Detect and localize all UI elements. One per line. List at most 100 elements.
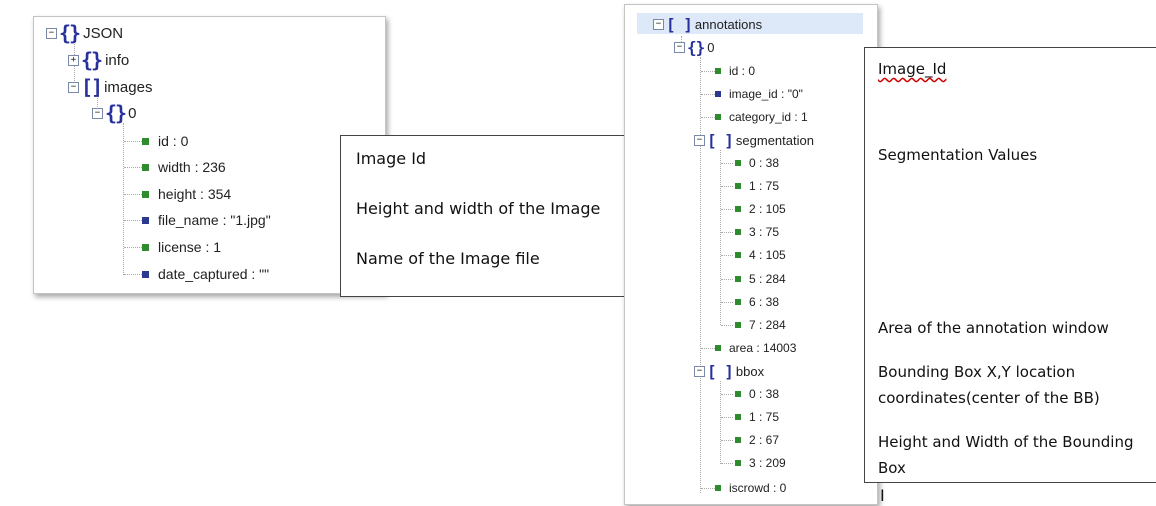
number-leaf-icon — [735, 460, 741, 467]
tree-node-segmentation[interactable]: − [ ] segmentation — [694, 130, 814, 150]
node-label: info — [105, 51, 130, 69]
tree-leaf-id[interactable]: id : 0 — [142, 131, 188, 151]
leaf-text: image_id : "0" — [729, 87, 803, 101]
number-leaf-icon — [735, 391, 741, 397]
note-height-width: Height and width of the Image — [356, 199, 601, 218]
tree-node-annotation-0[interactable]: − {} 0 — [674, 37, 715, 57]
tree-leaf-bbox-3[interactable]: 3 : 209 — [735, 453, 786, 473]
number-leaf-icon — [142, 190, 149, 198]
tree-node-json-root[interactable]: − {} JSON — [46, 21, 124, 45]
number-leaf-icon — [735, 414, 741, 421]
collapse-toggle[interactable]: − — [694, 134, 705, 146]
tree-leaf-segmentation-5[interactable]: 5 : 284 — [735, 269, 786, 289]
object-brace-icon: {} — [81, 48, 103, 72]
node-label: segmentation — [735, 132, 814, 148]
tree-leaf-segmentation-0[interactable]: 0 : 38 — [735, 153, 779, 173]
string-leaf-icon — [715, 91, 721, 97]
number-leaf-icon — [735, 275, 741, 282]
leaf-text: iscrowd : 0 — [729, 481, 787, 495]
string-leaf-icon — [142, 216, 149, 224]
leaf-text: 7 : 284 — [749, 317, 786, 332]
number-leaf-icon — [715, 68, 721, 74]
tree-leaf-segmentation-6[interactable]: 6 : 38 — [735, 292, 779, 312]
leaf-text: 1 : 75 — [749, 179, 780, 194]
number-leaf-icon — [142, 163, 149, 171]
leaf-text: 3 : 75 — [749, 225, 780, 240]
tree-leaf-file-name[interactable]: file_name : "1.jpg" — [142, 210, 271, 230]
collapse-toggle[interactable]: − — [46, 27, 57, 39]
text-cursor: I — [880, 486, 885, 505]
left-json-tree-panel: − {} JSON + {} info − [] images − {} 0 i… — [33, 16, 386, 294]
leaf-text: license : 1 — [158, 239, 222, 255]
tree-leaf-bbox-0[interactable]: 0 : 38 — [735, 384, 779, 404]
tree-leaf-license[interactable]: license : 1 — [142, 237, 221, 257]
note-image-id: Image_Id — [878, 60, 947, 78]
tree-leaf-area[interactable]: area : 14003 — [715, 338, 796, 358]
leaf-text: category_id : 1 — [729, 110, 808, 124]
leaf-text: 3 : 209 — [749, 456, 786, 471]
node-label: 0 — [128, 104, 137, 122]
leaf-text: height : 354 — [158, 186, 232, 202]
tree-leaf-bbox-1[interactable]: 1 : 75 — [735, 407, 779, 427]
tree-leaf-id[interactable]: id : 0 — [715, 61, 755, 81]
object-brace-icon: {} — [59, 21, 81, 45]
array-bracket-icon: [ ] — [707, 361, 734, 381]
tree-leaf-segmentation-7[interactable]: 7 : 284 — [735, 315, 786, 335]
object-brace-icon: {} — [105, 101, 127, 125]
number-leaf-icon — [735, 183, 741, 190]
tree-leaf-bbox-2[interactable]: 2 : 67 — [735, 430, 779, 450]
leaf-text: file_name : "1.jpg" — [158, 212, 271, 228]
tree-leaf-width[interactable]: width : 236 — [142, 157, 226, 177]
leaf-text: 2 : 67 — [749, 433, 780, 448]
node-label: images — [104, 78, 153, 96]
tree-leaf-segmentation-3[interactable]: 3 : 75 — [735, 222, 779, 242]
number-leaf-icon — [735, 321, 741, 328]
left-json-tree: − {} JSON + {} info − [] images − {} 0 i… — [34, 17, 385, 293]
leaf-text: 4 : 105 — [749, 248, 786, 263]
note-area: Area of the annotation window — [878, 319, 1109, 337]
note-bbox-xy-line2: coordinates(center of the BB) — [878, 389, 1100, 407]
expand-toggle[interactable]: + — [68, 54, 79, 66]
tree-leaf-height[interactable]: height : 354 — [142, 184, 231, 204]
tree-node-image-0[interactable]: − {} 0 — [92, 101, 137, 125]
collapse-toggle[interactable]: − — [653, 18, 664, 30]
array-bracket-icon: [] — [81, 75, 103, 99]
node-label: 0 — [707, 39, 715, 55]
tree-node-images[interactable]: − [] images — [68, 75, 153, 99]
number-leaf-icon — [735, 252, 741, 259]
leaf-text: id : 0 — [158, 133, 189, 149]
note-file-name: Name of the Image file — [356, 249, 540, 268]
array-bracket-icon: [ ] — [666, 14, 693, 34]
number-leaf-icon — [715, 345, 721, 351]
node-label: annotations — [694, 16, 763, 32]
note-segmentation: Segmentation Values — [878, 146, 1038, 164]
tree-leaf-segmentation-2[interactable]: 2 : 105 — [735, 199, 786, 219]
tree-leaf-category-id[interactable]: category_id : 1 — [715, 107, 808, 127]
note-bbox-xy-line1: Bounding Box X,Y location — [878, 363, 1076, 381]
leaf-text: area : 14003 — [729, 341, 797, 355]
number-leaf-icon — [735, 437, 741, 444]
collapse-toggle[interactable]: − — [674, 41, 685, 53]
tree-leaf-segmentation-4[interactable]: 4 : 105 — [735, 245, 786, 265]
number-leaf-icon — [735, 298, 741, 305]
leaf-text: 5 : 284 — [749, 271, 786, 286]
tree-leaf-date-captured[interactable]: date_captured : "" — [142, 264, 269, 284]
number-leaf-icon — [142, 243, 149, 251]
tree-node-info[interactable]: + {} info — [68, 48, 130, 72]
note-image-id: Image Id — [356, 149, 427, 168]
tree-node-annotations[interactable]: − [ ] annotations — [653, 14, 762, 34]
collapse-toggle[interactable]: − — [92, 107, 103, 119]
right-json-tree-panel: − [ ] annotations − {} 0 id : 0 image_id… — [624, 4, 878, 505]
object-brace-icon: {} — [687, 37, 705, 57]
leaf-text: 2 : 105 — [749, 202, 786, 217]
array-bracket-icon: [ ] — [707, 130, 734, 150]
collapse-toggle[interactable]: − — [68, 81, 79, 93]
leaf-text: 6 : 38 — [749, 294, 780, 309]
tree-node-bbox[interactable]: − [ ] bbox — [694, 361, 764, 381]
node-label: JSON — [83, 24, 124, 42]
tree-leaf-image-id[interactable]: image_id : "0" — [715, 84, 803, 104]
collapse-toggle[interactable]: − — [694, 365, 705, 377]
tree-leaf-iscrowd[interactable]: iscrowd : 0 — [715, 478, 786, 498]
tree-leaf-segmentation-1[interactable]: 1 : 75 — [735, 176, 779, 196]
number-leaf-icon — [715, 114, 721, 120]
